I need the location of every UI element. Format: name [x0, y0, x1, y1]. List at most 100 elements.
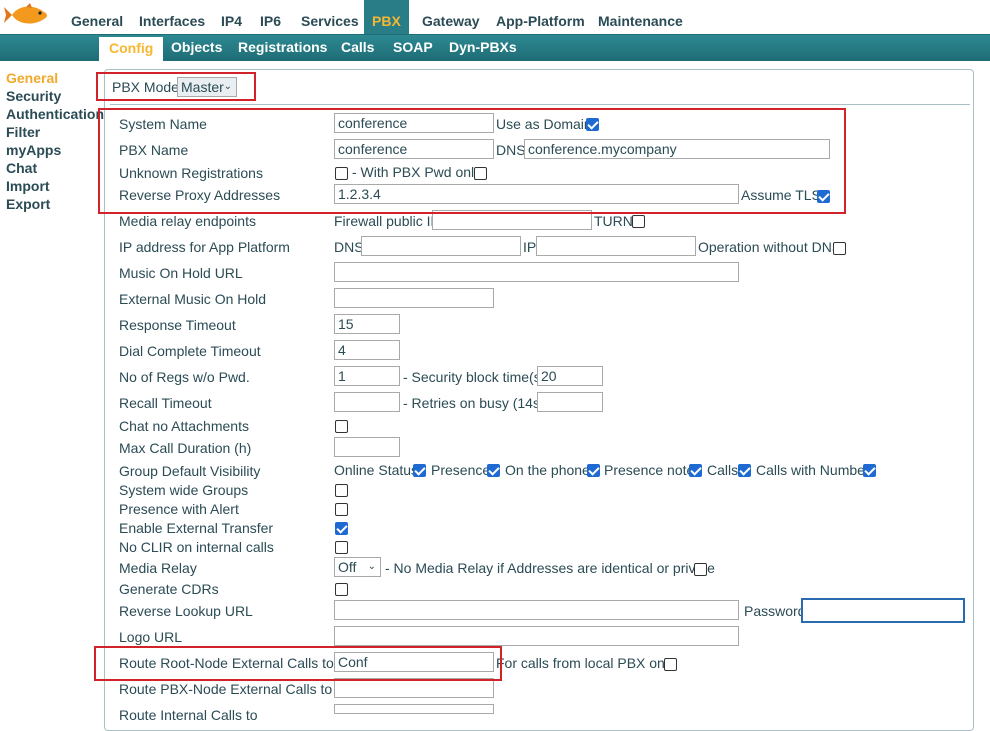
security-block-input[interactable] [537, 366, 603, 386]
sub-navigation: Config Objects Registrations Calls SOAP … [0, 34, 990, 61]
dial-complete-input[interactable] [334, 340, 400, 360]
password-label: Password [744, 603, 806, 619]
recall-timeout-input[interactable] [334, 392, 400, 412]
local-only-label: For calls from local PBX only [496, 655, 675, 671]
online-status-label: Online Status [334, 462, 419, 478]
cdrs-label: Generate CDRs [119, 581, 219, 597]
max-call-duration-input[interactable] [334, 437, 400, 457]
calls-with-number-label: Calls with Number [756, 462, 870, 478]
security-block-label: - Security block time(s) [403, 369, 546, 385]
response-timeout-label: Response Timeout [119, 317, 236, 333]
firewall-ip-label: Firewall public IP [334, 213, 440, 229]
nav-gateway[interactable]: Gateway [422, 0, 480, 34]
app-ip-input[interactable] [536, 236, 696, 256]
internal-calls-input[interactable] [334, 704, 494, 714]
presence-note-checkbox[interactable] [689, 464, 702, 477]
logo-url-input[interactable] [334, 626, 739, 646]
group-visibility-label: Group Default Visibility [119, 463, 261, 479]
media-relay-label: Media Relay [119, 560, 197, 576]
highlight-root-node [94, 646, 502, 681]
app-platform-ip-label: IP address for App Platform [119, 239, 290, 255]
recall-timeout-label: Recall Timeout [119, 395, 212, 411]
no-clir-checkbox[interactable] [335, 541, 348, 554]
nav-app-platform[interactable]: App-Platform [496, 0, 585, 34]
local-only-checkbox[interactable] [664, 658, 677, 671]
ext-moh-input[interactable] [334, 288, 494, 308]
top-navigation: General Interfaces IP4 IP6 Services PBX … [0, 0, 990, 34]
nav-ip6[interactable]: IP6 [260, 0, 281, 34]
moh-url-input[interactable] [334, 262, 739, 282]
logo-url-label: Logo URL [119, 629, 183, 645]
tab-registrations[interactable]: Registrations [238, 35, 327, 61]
operation-without-dns-checkbox[interactable] [833, 242, 846, 255]
reverse-lookup-input[interactable] [334, 600, 739, 620]
media-relay-value: Off [338, 559, 357, 575]
nav-pbx[interactable]: PBX [364, 0, 409, 34]
pbx-node-input[interactable] [334, 678, 494, 698]
operation-without-dns-label: Operation without DNS [698, 239, 842, 255]
presence-alert-label: Presence with Alert [119, 501, 239, 517]
nav-maintenance[interactable]: Maintenance [598, 0, 683, 34]
system-wide-groups-checkbox[interactable] [335, 484, 348, 497]
presence-checkbox[interactable] [487, 464, 500, 477]
sidebar-item-authentication[interactable]: Authentication [6, 106, 104, 122]
chat-no-attachments-label: Chat no Attachments [119, 418, 249, 434]
dial-complete-label: Dial Complete Timeout [119, 343, 261, 359]
media-relay-private-checkbox[interactable] [694, 563, 707, 576]
presence-note-label: Presence note [604, 462, 695, 478]
reverse-lookup-label: Reverse Lookup URL [119, 603, 253, 619]
nav-interfaces[interactable]: Interfaces [139, 0, 205, 34]
media-relay-note: - No Media Relay if Addresses are identi… [385, 560, 715, 576]
tab-dyn-pbxs[interactable]: Dyn-PBXs [449, 35, 517, 61]
nav-ip4[interactable]: IP4 [221, 0, 242, 34]
tab-soap[interactable]: SOAP [393, 35, 433, 61]
media-relay-endpoints-label: Media relay endpoints [119, 213, 256, 229]
internal-calls-label: Route Internal Calls to [119, 707, 258, 723]
pbx-node-label: Route PBX-Node External Calls to [119, 681, 333, 697]
retries-input[interactable] [537, 392, 603, 412]
highlight-system-settings [98, 108, 846, 214]
online-status-checkbox[interactable] [413, 464, 426, 477]
calls-label: Calls [707, 462, 739, 478]
system-wide-groups-label: System wide Groups [119, 482, 249, 498]
sidebar-item-general[interactable]: General [6, 70, 58, 86]
chevron-down-icon: ⌄ [367, 561, 376, 572]
password-input[interactable] [801, 598, 965, 623]
turn-label: TURN [594, 213, 633, 229]
retries-label: - Retries on busy (14s) [403, 395, 545, 411]
tab-calls[interactable]: Calls [341, 35, 374, 61]
on-the-phone-checkbox[interactable] [587, 464, 600, 477]
ext-moh-label: External Music On Hold [119, 291, 267, 307]
tab-config[interactable]: Config [99, 37, 164, 61]
on-the-phone-label: On the phone [505, 462, 590, 478]
ext-transfer-checkbox[interactable] [335, 522, 348, 535]
sidebar-item-chat[interactable]: Chat [6, 160, 37, 176]
calls-with-number-checkbox[interactable] [863, 464, 876, 477]
media-relay-select[interactable]: Off ⌄ [334, 557, 381, 577]
tab-objects[interactable]: Objects [171, 35, 222, 61]
sidebar-item-import[interactable]: Import [6, 178, 50, 194]
sidebar-item-myapps[interactable]: myApps [6, 142, 61, 158]
presence-alert-checkbox[interactable] [335, 503, 348, 516]
nav-services[interactable]: Services [301, 0, 359, 34]
sidebar-item-security[interactable]: Security [6, 88, 61, 104]
sidebar-item-export[interactable]: Export [6, 196, 50, 212]
presence-label: Presence [431, 462, 491, 478]
goldfish-logo-icon [4, 3, 47, 24]
app-dns-input[interactable] [361, 236, 521, 256]
no-clir-label: No CLIR on internal calls [119, 539, 274, 555]
sidebar-item-filter[interactable]: Filter [6, 124, 40, 140]
moh-url-label: Music On Hold URL [119, 265, 243, 281]
chat-no-attachments-checkbox[interactable] [335, 420, 348, 433]
app-ip-label: IP [523, 239, 537, 255]
regs-wo-pwd-input[interactable] [334, 366, 400, 386]
nav-general[interactable]: General [71, 0, 123, 34]
max-call-duration-label: Max Call Duration (h) [119, 440, 252, 456]
calls-checkbox[interactable] [738, 464, 751, 477]
divider [110, 104, 970, 105]
turn-checkbox[interactable] [632, 215, 645, 228]
highlight-pbx-mode [96, 72, 256, 101]
response-timeout-input[interactable] [334, 314, 400, 334]
cdrs-checkbox[interactable] [335, 583, 348, 596]
regs-wo-pwd-label: No of Regs w/o Pwd. [119, 369, 250, 385]
